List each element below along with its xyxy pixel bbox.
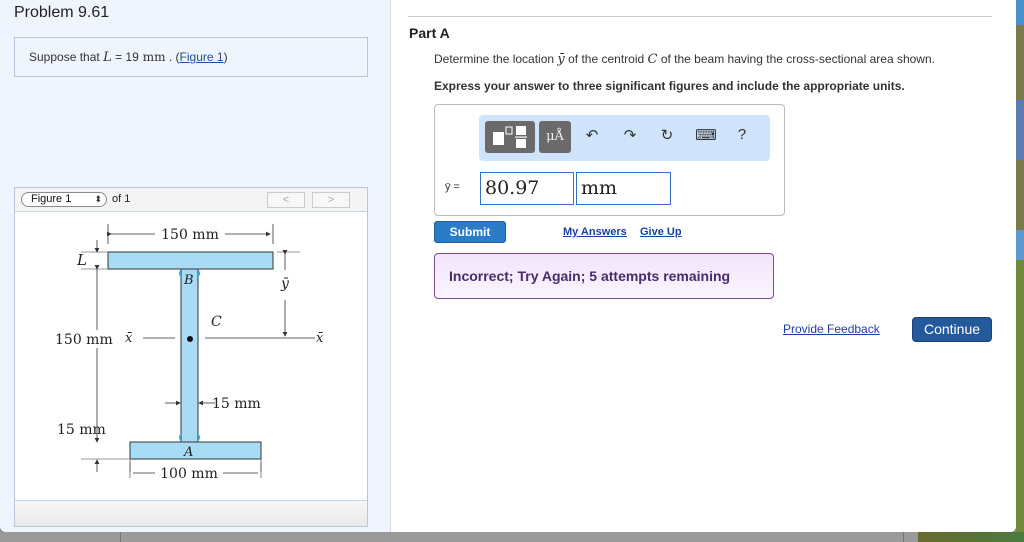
label-B: B bbox=[183, 273, 194, 288]
web bbox=[180, 268, 199, 443]
statement-prefix: Suppose that bbox=[29, 50, 100, 64]
statement-unit: mm bbox=[142, 50, 166, 64]
instruction-text: Express your answer to three significant… bbox=[434, 79, 905, 93]
redo-icon[interactable]: ↷ bbox=[619, 126, 641, 144]
feedback-text: Incorrect; Try Again; 5 attempts remaini… bbox=[449, 268, 731, 284]
answer-unit-input[interactable]: mm bbox=[576, 172, 671, 205]
part-title: Part A bbox=[409, 25, 450, 41]
variable-L: L bbox=[103, 50, 112, 65]
bottom-width-label: 100 mm bbox=[160, 466, 218, 482]
centroid-point bbox=[187, 336, 193, 342]
divider bbox=[408, 16, 992, 17]
figure-link[interactable]: Figure 1 bbox=[180, 50, 224, 64]
keyboard-icon[interactable]: ⌨ bbox=[695, 126, 717, 144]
bottom-thickness-label: 15 mm bbox=[57, 422, 106, 438]
desktop-background-right bbox=[1016, 0, 1024, 542]
figure-footer bbox=[14, 500, 368, 527]
top-flange bbox=[107, 251, 274, 270]
answer-box: μÅ ↶ ↷ ↻ ⌨ ? ȳ = 80.97 mm bbox=[434, 104, 785, 216]
web-width-label: 15 mm bbox=[212, 396, 261, 412]
bottom-width-dimension: 100 mm bbox=[129, 458, 262, 482]
figure-count: of 1 bbox=[112, 193, 131, 205]
reset-icon[interactable]: ↻ bbox=[656, 126, 678, 144]
units-button[interactable]: μÅ bbox=[539, 121, 571, 153]
give-up-link[interactable]: Give Up bbox=[640, 226, 682, 238]
weld-top-right bbox=[198, 269, 200, 277]
answer-pane: Part A Determine the location ȳ of the c… bbox=[391, 0, 1016, 532]
weld-top-left bbox=[179, 269, 181, 277]
problem-window: Problem 9.61 Suppose that L = 19 mm . (Fi… bbox=[0, 0, 1016, 532]
question-text: Determine the location ȳ of the centroid… bbox=[434, 52, 935, 67]
statement-value: = 19 bbox=[115, 50, 139, 64]
height-label: 150 mm bbox=[55, 332, 113, 348]
select-arrows-icon: ⬍ bbox=[94, 194, 102, 204]
previous-figure-button[interactable]: < bbox=[267, 192, 305, 208]
desktop-background-bottom bbox=[0, 532, 1024, 542]
math-toolbar: μÅ ↶ ↷ ↻ ⌨ ? bbox=[479, 115, 770, 161]
templates-icon bbox=[493, 126, 527, 148]
figure-select[interactable]: Figure 1 ⬍ bbox=[21, 192, 107, 207]
feedback-message: Incorrect; Try Again; 5 attempts remaini… bbox=[434, 253, 774, 299]
weld-bottom-left bbox=[179, 434, 181, 442]
undo-icon[interactable]: ↶ bbox=[581, 126, 603, 144]
continue-button[interactable]: Continue bbox=[912, 317, 992, 342]
answer-label: ȳ = bbox=[445, 181, 460, 193]
top-width-label: 150 mm bbox=[161, 227, 219, 243]
figure-panel: Figure 1 ⬍ of 1 < > 150 mm B A L 150 mm … bbox=[14, 187, 368, 501]
xbar-right-label: x̄ bbox=[316, 331, 324, 346]
answer-value-input[interactable]: 80.97 bbox=[480, 172, 574, 205]
figure-toolbar: Figure 1 ⬍ of 1 < > bbox=[15, 188, 367, 212]
label-C: C bbox=[211, 314, 222, 330]
beam-cross-section-figure: 150 mm B A L 150 mm 15 mm C x̄ x̄ ȳ 15 m… bbox=[55, 224, 324, 472]
problem-title: Problem 9.61 bbox=[14, 4, 110, 21]
xbar-left-label: x̄ bbox=[125, 331, 133, 346]
problem-pane: Problem 9.61 Suppose that L = 19 mm . (Fi… bbox=[0, 0, 391, 532]
ybar-label: ȳ bbox=[280, 276, 290, 292]
weld-bottom-right bbox=[198, 434, 200, 442]
help-button[interactable]: ? bbox=[731, 126, 753, 143]
submit-button[interactable]: Submit bbox=[434, 221, 506, 243]
label-L: L bbox=[76, 251, 87, 269]
provide-feedback-link[interactable]: Provide Feedback bbox=[783, 322, 880, 336]
templates-button[interactable] bbox=[485, 121, 535, 153]
statement-period: . ( bbox=[168, 50, 180, 64]
problem-statement: Suppose that L = 19 mm . (Figure 1) bbox=[14, 37, 368, 77]
my-answers-link[interactable]: My Answers bbox=[563, 226, 627, 238]
bottom-flange bbox=[129, 441, 262, 460]
next-figure-button[interactable]: > bbox=[312, 192, 350, 208]
